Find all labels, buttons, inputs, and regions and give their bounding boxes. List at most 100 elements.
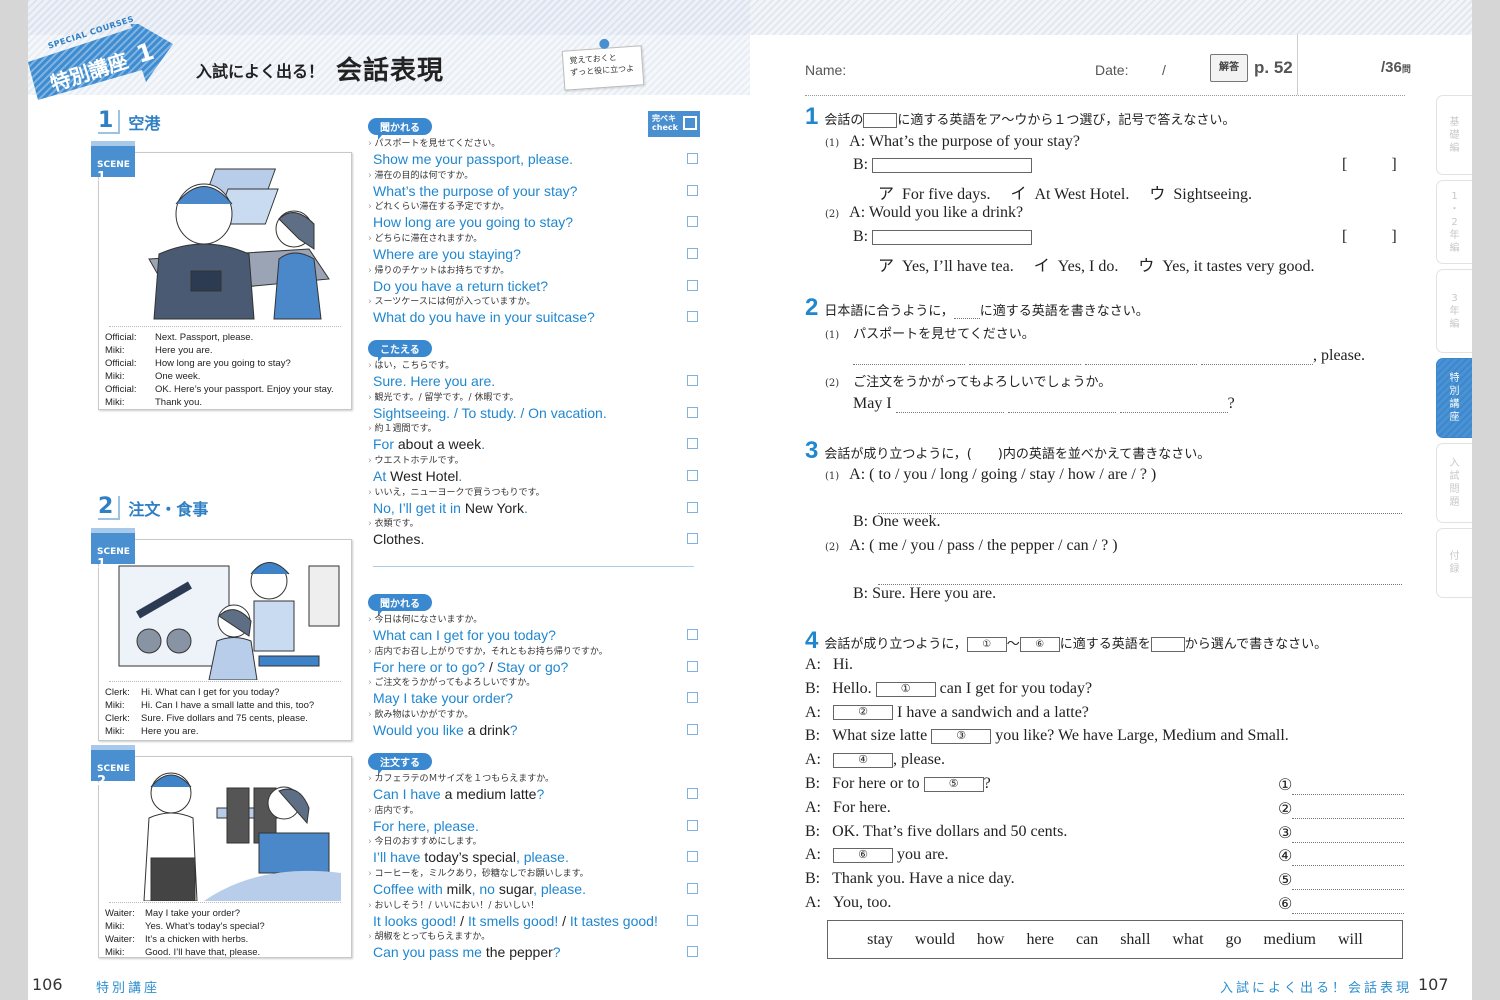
- answer-line[interactable]: [895, 399, 1004, 413]
- q3-item-1-a: (1) A: ( to / you / long / going / stay /…: [825, 466, 1156, 484]
- answer-line[interactable]: [1292, 829, 1405, 843]
- text: OK. That’s five dollars and 50 cents.: [832, 822, 1068, 840]
- text: You, too.: [833, 894, 892, 911]
- text: Hello.: [832, 679, 876, 697]
- utterance: For here.: [833, 799, 891, 816]
- q1-item-2-answer-bracket[interactable]: []: [1342, 228, 1397, 246]
- answer-blank[interactable]: ⑤: [923, 776, 984, 792]
- check-box[interactable]: [687, 501, 698, 513]
- scene-card-cafe-1: SCENE 1 Clerk: Hi. What can I get for you…: [91, 528, 352, 741]
- side-tab[interactable]: 基礎編: [1436, 95, 1472, 175]
- phrase-japanese: はい，こちらです。: [368, 360, 698, 372]
- answer-line[interactable]: [969, 351, 1081, 365]
- phrase-item: いいえ，ニューヨークで買うつもりです。No, I’ll get it in Ne…: [368, 487, 698, 519]
- answer-blank[interactable]: ⑥: [833, 848, 893, 864]
- instruction-text: に適する英語を: [1059, 637, 1151, 652]
- check-box[interactable]: [687, 470, 698, 482]
- utterance: ② I have a sandwich and a latte?: [833, 704, 1089, 721]
- check-box[interactable]: [687, 406, 698, 418]
- phrase-japanese: 今日は何になさいますか。: [368, 614, 698, 626]
- answer-line[interactable]: [853, 351, 965, 365]
- answer-line[interactable]: [1292, 876, 1405, 891]
- check-box[interactable]: [687, 946, 698, 958]
- section-divider: [373, 566, 694, 567]
- phrase-japanese: スーツケースには何が入っていますか。: [368, 296, 698, 308]
- phrase-japanese: パスポートを見せてください。: [368, 138, 698, 150]
- check-box[interactable]: [687, 216, 698, 228]
- answer-line[interactable]: [878, 500, 1402, 514]
- answer-blank[interactable]: ③: [931, 729, 992, 745]
- check-box[interactable]: [687, 279, 698, 291]
- word-bank-item: go: [1225, 930, 1242, 948]
- dialog-restaurant-2: Waiter: May I take your order? Miki: Yes. …: [105, 907, 347, 959]
- phrase-item: 滞在の目的は何ですか。What’s the purpose of your st…: [368, 170, 698, 202]
- check-box[interactable]: [687, 692, 698, 704]
- key-phrase: , no: [471, 881, 499, 898]
- speaker: Miki:: [105, 700, 125, 711]
- utterance: One week.: [155, 371, 201, 382]
- instruction-text: から選んで書きなさい。: [1184, 637, 1328, 652]
- side-tab[interactable]: 特別講座: [1436, 358, 1472, 438]
- phrase-item: パスポートを見せてください。Show me your passport, ple…: [368, 138, 698, 170]
- utterance: Hello. ① can I get for you today?: [832, 680, 1092, 697]
- answer-number: ③: [1278, 824, 1293, 842]
- side-tab[interactable]: 1 ・ 2 年編: [1436, 180, 1472, 264]
- phrase-item: 約１週間です。For about a week.: [368, 423, 698, 455]
- answer-blank[interactable]: ④: [833, 753, 893, 769]
- answer-blank[interactable]: ①: [875, 681, 936, 697]
- answer-line[interactable]: [1119, 399, 1228, 413]
- check-box[interactable]: [687, 914, 698, 926]
- answer-line[interactable]: [1292, 852, 1405, 867]
- dialog-line: Miki: Thank you.: [105, 396, 347, 409]
- check-box[interactable]: [687, 533, 698, 545]
- check-box[interactable]: [687, 248, 698, 260]
- section-heading-ordering: 2 注文・食事: [98, 496, 208, 520]
- answer-row: ①: [1278, 775, 1405, 795]
- answer-line[interactable]: [1292, 900, 1405, 914]
- check-box[interactable]: [687, 375, 698, 386]
- tab-char: 編: [1449, 142, 1460, 154]
- answer-line[interactable]: [1292, 805, 1405, 819]
- dialog-line: A: You, too.: [805, 894, 891, 912]
- answer-line[interactable]: [1201, 351, 1313, 365]
- question-number: 3: [805, 437, 819, 464]
- answer-blank[interactable]: [872, 157, 1033, 173]
- side-tab[interactable]: 入試問題: [1436, 443, 1472, 523]
- check-box[interactable]: [687, 819, 698, 831]
- check-box[interactable]: [687, 184, 698, 196]
- check-box[interactable]: [687, 660, 698, 672]
- answer-line[interactable]: [878, 571, 1402, 585]
- check-box[interactable]: [687, 724, 698, 736]
- tab-char: 3: [1451, 292, 1458, 304]
- answer-line[interactable]: [1007, 399, 1116, 413]
- side-tab[interactable]: 3年編: [1436, 269, 1472, 353]
- check-box[interactable]: [687, 438, 698, 450]
- utterance: Thank you.: [155, 397, 202, 408]
- dialog-line: A: ④, please.: [805, 751, 945, 769]
- check-box[interactable]: [687, 629, 698, 640]
- check-box[interactable]: [687, 153, 698, 164]
- answer-blank[interactable]: ②: [833, 705, 893, 721]
- answer-blank[interactable]: [872, 229, 1033, 245]
- check-box[interactable]: [687, 851, 698, 863]
- check-box[interactable]: [687, 883, 698, 895]
- utterance: Hi. What can I get for you today?: [141, 687, 280, 698]
- speaker: B:: [805, 727, 821, 745]
- instruction-text: 日本語に合うように，: [824, 304, 954, 319]
- q1-item-1-answer-bracket[interactable]: []: [1342, 156, 1397, 174]
- check-box[interactable]: [687, 788, 698, 799]
- japanese-prompt: パスポートを見せてください。: [853, 327, 1035, 342]
- speaker: B:: [805, 775, 821, 792]
- check-box[interactable]: [687, 311, 698, 323]
- side-tab[interactable]: 付録: [1436, 528, 1472, 598]
- phrase-english: Sure. Here you are.: [373, 373, 496, 389]
- key-phrase: No, I’ll get it in: [373, 499, 465, 516]
- answer-line[interactable]: [1292, 781, 1405, 795]
- answer-line[interactable]: [1085, 351, 1197, 365]
- question-3-heading: 3 会話が成り立つように，( )内の英語を並べかえて書きなさい。: [805, 437, 1210, 464]
- phrase-english: At West Hotel.: [368, 467, 698, 485]
- dialog-line: Miki: Here you are.: [105, 344, 347, 357]
- word-bank-item: can: [1076, 930, 1099, 948]
- date-label: Date:: [1095, 62, 1129, 78]
- tab-char: ・: [1449, 203, 1460, 215]
